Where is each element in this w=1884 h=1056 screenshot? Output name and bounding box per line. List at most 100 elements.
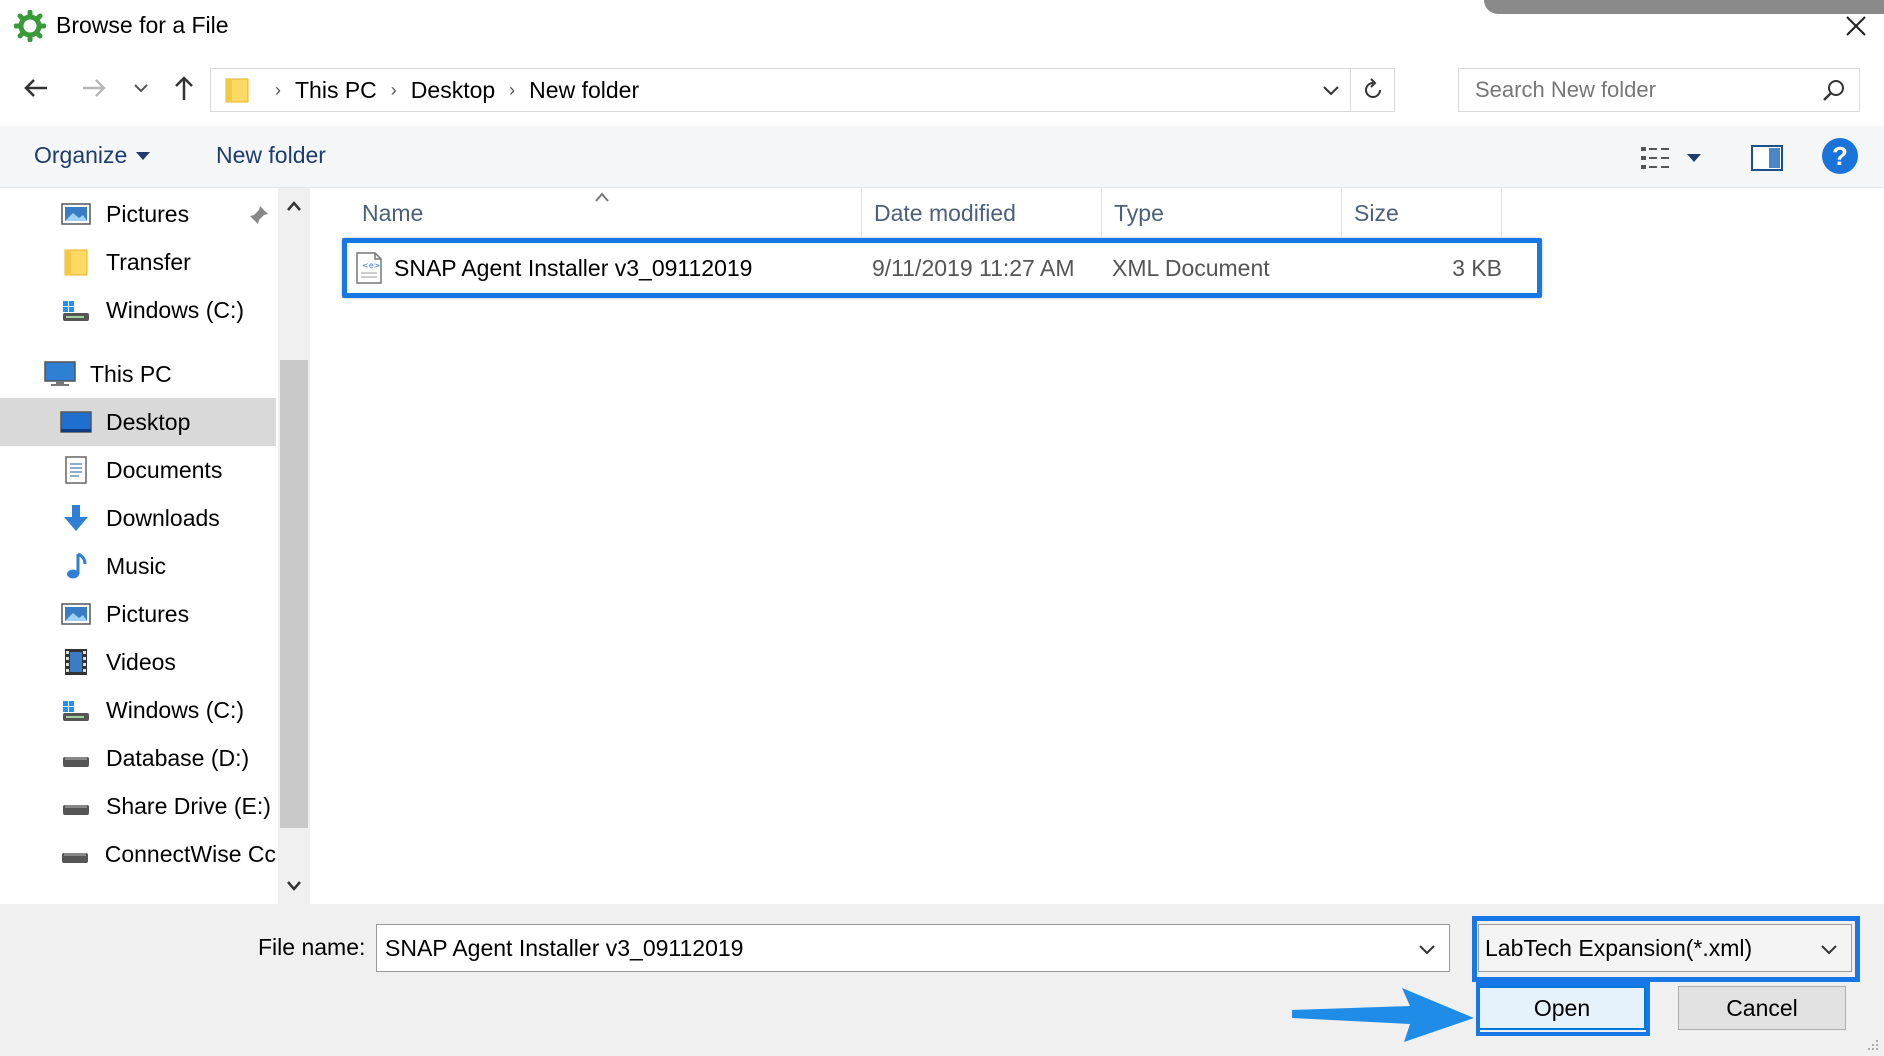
column-header-date-modified[interactable]: Date modified [862,188,1102,238]
breadcrumb-new-folder[interactable]: New folder [529,77,639,104]
breadcrumb-this-pc[interactable]: This PC [295,77,377,104]
arrow-pointer-icon [1292,988,1474,1042]
search-input[interactable] [1459,69,1809,111]
view-options-button[interactable] [1640,142,1710,174]
nav-item-documents[interactable]: Documents [0,446,276,494]
nav-item-windows-c[interactable]: Windows (C:) [0,686,276,734]
pin-icon[interactable] [248,204,270,226]
file-row[interactable]: <e> SNAP Agent Installer v3_09112019 9/1… [342,240,1542,296]
file-name: SNAP Agent Installer v3_09112019 [394,254,753,281]
file-name-label: File name: [258,934,366,960]
nav-item-desktop[interactable]: Desktop [0,398,276,446]
help-icon[interactable]: ? [1822,138,1858,174]
nav-item-label: This PC [90,360,172,387]
arrow-up-icon [175,76,193,100]
nav-item-label: Pictures [106,600,190,627]
documents-icon [60,454,92,486]
navigation-pane[interactable]: Pictures Transfer Windows (C:) This PC D… [0,188,278,904]
column-header-size[interactable]: Size [1342,188,1502,238]
file-size: 3 KB [1452,254,1502,281]
nav-item-connectwise[interactable]: ConnectWise Cc [0,830,276,878]
search-icon[interactable] [1821,78,1847,104]
caret-down-icon [1687,154,1701,162]
forward-button[interactable] [76,70,112,106]
file-name-cell: <e> SNAP Agent Installer v3_09112019 [354,240,854,296]
drive-icon [60,742,92,774]
nav-item-downloads[interactable]: Downloads [0,494,276,542]
file-type-filter-value: LabTech Expansion(*.xml) [1485,934,1753,961]
title-bar: Browse for a File [0,0,1884,52]
nav-item-share-drive-e[interactable]: Share Drive (E:) [0,782,276,830]
drive-windows-icon [60,294,92,326]
breadcrumb: › This PC › Desktop › New folder [261,69,639,111]
refresh-icon [1364,78,1381,98]
scroll-down-button[interactable] [282,874,306,898]
recent-locations-button[interactable] [126,70,156,106]
nav-item-database-d[interactable]: Database (D:) [0,734,276,782]
refresh-button[interactable] [1350,69,1394,111]
file-name-input[interactable] [377,925,1397,971]
background-strip [1484,0,1884,14]
drive-icon [60,838,91,870]
videos-icon [60,646,92,678]
nav-item-music[interactable]: Music [0,542,276,590]
nav-item-label: Desktop [106,408,191,435]
chevron-down-icon[interactable] [1318,77,1344,103]
nav-item-this-pc[interactable]: This PC [0,350,276,398]
column-header-name[interactable]: Name [350,188,862,238]
breadcrumb-desktop[interactable]: Desktop [411,77,495,104]
new-folder-button[interactable]: New folder [216,142,326,169]
navigation-scrollbar[interactable] [278,188,310,904]
nav-item-label: Music [106,552,167,579]
chevron-down-icon [287,881,301,891]
resize-grip-icon[interactable] [1862,1034,1880,1052]
organize-label: Organize [34,142,128,168]
breadcrumb-separator[interactable]: › [391,80,397,101]
organize-button[interactable]: Organize [34,142,151,169]
file-list[interactable]: Name Date modified Type Size <e> SNAP Ag… [310,188,1884,904]
nav-item-label: Downloads [106,504,220,531]
nav-item-videos[interactable]: Videos [0,638,276,686]
chevron-down-icon[interactable] [1817,937,1841,961]
nav-item-label: Database (D:) [106,744,250,771]
file-name-combobox[interactable] [376,924,1450,972]
drive-icon [60,790,92,822]
folder-icon [60,246,92,278]
open-button[interactable]: Open [1478,986,1646,1030]
file-date: 9/11/2019 11:27 AM [872,254,1075,281]
nav-item-transfer[interactable]: Transfer [0,238,276,286]
preview-pane-icon[interactable] [1750,142,1784,174]
file-type: XML Document [1112,254,1270,281]
nav-item-windows-c-quick[interactable]: Windows (C:) [0,286,276,334]
nav-item-label: Documents [106,456,223,483]
close-icon[interactable] [1838,8,1874,44]
downloads-icon [60,502,92,534]
xml-file-icon: <e> [356,252,382,284]
address-bar[interactable]: › This PC › Desktop › New folder [210,68,1395,112]
search-box[interactable] [1458,68,1860,112]
back-button[interactable] [18,70,54,106]
column-header-type[interactable]: Type [1102,188,1342,238]
breadcrumb-separator[interactable]: › [509,80,515,101]
computer-icon [44,358,76,390]
pictures-icon [60,598,92,630]
command-bar: Organize New folder ? [0,126,1884,188]
cancel-button[interactable]: Cancel [1678,986,1846,1030]
chevron-down-icon [134,84,148,93]
file-type-filter[interactable]: LabTech Expansion(*.xml) [1478,924,1852,972]
scrollbar-thumb[interactable] [280,360,308,828]
details-view-icon [1641,147,1669,169]
scroll-up-button[interactable] [282,194,306,218]
music-icon [60,550,92,582]
navigation-row: › This PC › Desktop › New folder [0,52,1884,126]
up-button[interactable] [166,70,202,106]
caret-down-icon [136,151,151,160]
pictures-icon [60,198,92,230]
nav-item-pictures[interactable]: Pictures [0,590,276,638]
nav-item-pictures-quick[interactable]: Pictures [0,190,276,238]
arrow-left-icon [24,79,47,97]
window-title: Browse for a File [56,12,229,38]
chevron-down-icon[interactable] [1415,937,1439,961]
nav-item-label: Videos [106,648,176,675]
gear-icon [14,10,46,42]
